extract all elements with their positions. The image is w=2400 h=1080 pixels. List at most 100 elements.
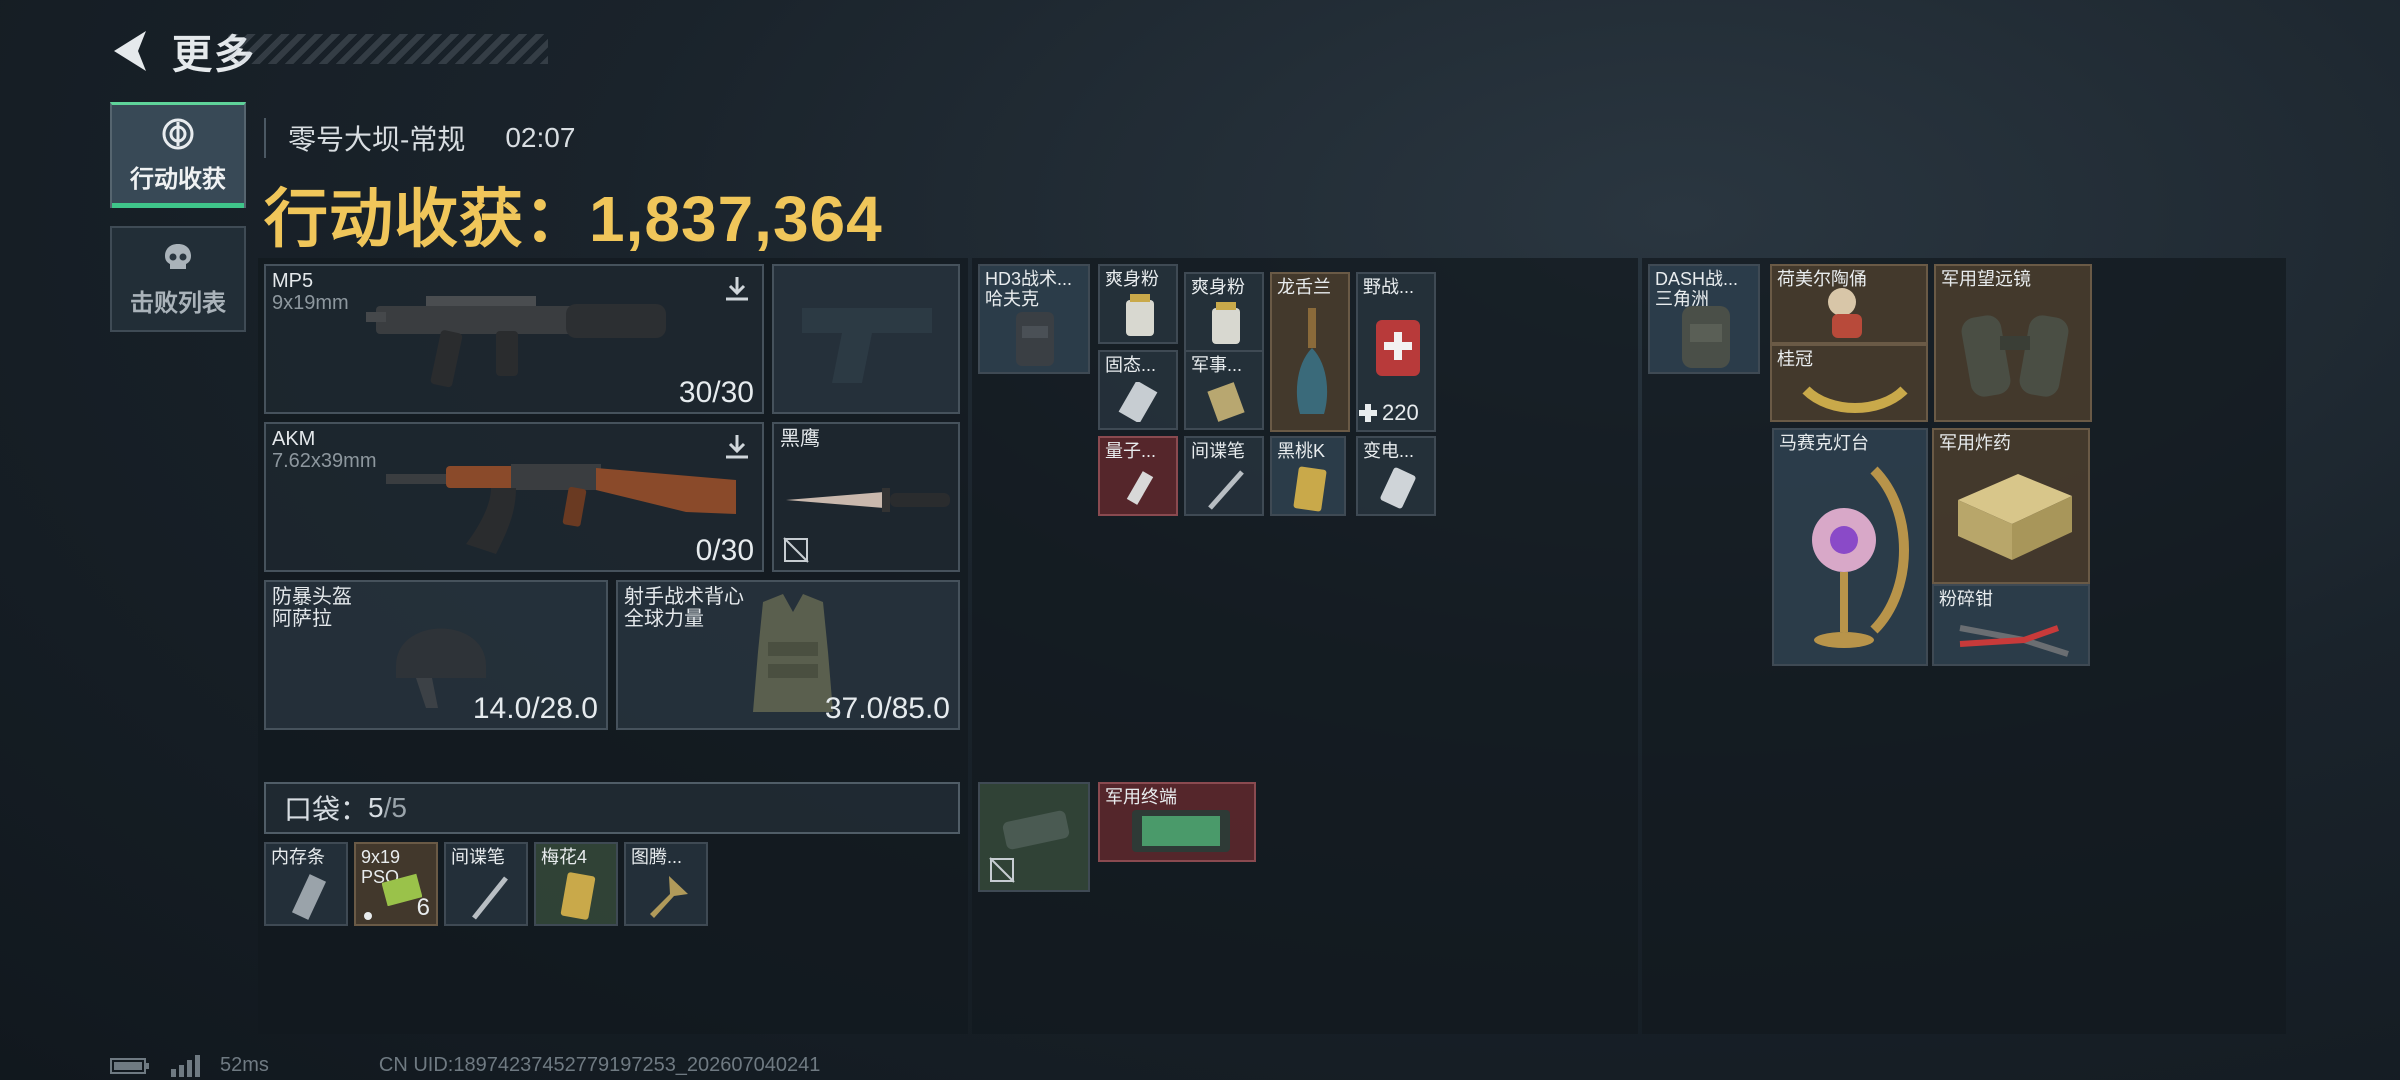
armor-name: 射手战术背心 — [624, 586, 744, 608]
helmet-durability: 14.0/28.0 — [472, 692, 598, 725]
playing-card-icon — [560, 872, 596, 920]
armor-durability: 37.0/85.0 — [824, 692, 950, 725]
map-info: 零号大坝-常规 02:07 — [264, 118, 575, 158]
pocket-item-name: 图腾... — [631, 847, 683, 867]
transformer-icon — [1380, 467, 1416, 509]
pen-icon — [1208, 470, 1244, 510]
rig-item-ssd[interactable]: 固态... — [1098, 350, 1178, 430]
status-footer: 52ms CN UID:18974237452779197253_2026070… — [110, 1054, 820, 1077]
backpack-item-figurine[interactable]: 荷美尔陶俑 — [1770, 264, 1928, 344]
secondary-weapon-count: 0/30 — [695, 534, 754, 567]
rig-item-name: 间谍笔 — [1191, 441, 1245, 461]
backpack-item-mosaic-lamp[interactable]: 马赛克灯台 — [1772, 428, 1928, 666]
backpack-item-name: 粉碎钳 — [1939, 589, 1993, 609]
pocket-header: 口袋： 5/5 — [264, 782, 960, 834]
pliers-icon — [1959, 625, 2069, 657]
rig-case-slot[interactable] — [978, 782, 1090, 892]
totem-icon — [650, 876, 688, 918]
backpack-item-name: 马赛克灯台 — [1779, 433, 1869, 453]
armor-brand: 全球力量 — [624, 608, 704, 630]
download-icon[interactable] — [722, 274, 752, 304]
backpack-item-laurel[interactable]: 桂冠 — [1770, 344, 1928, 422]
pocket-item-count: 6 — [416, 894, 430, 921]
ssd-icon — [1118, 382, 1158, 422]
explosive-crate-icon — [1958, 474, 2072, 560]
rig-vest-name: HD3战术... — [985, 269, 1073, 289]
pocket-item-club4[interactable]: 梅花4 — [534, 842, 618, 926]
armor-slot[interactable]: 射手战术背心 全球力量 37.0/85.0 — [616, 580, 960, 730]
battery-icon — [110, 1057, 149, 1074]
rig-item-name: 固态... — [1105, 355, 1157, 375]
pocket-item-name: 间谍笔 — [451, 847, 505, 867]
pocket-item-ammo[interactable]: 9x19 PSO 6 — [354, 842, 438, 926]
medkit-count: 220 — [1382, 400, 1419, 425]
rig-item-name: 爽身粉 — [1105, 269, 1159, 289]
backpack-item-name: 军用望远镜 — [1941, 269, 2031, 289]
pocket-used: 5 — [368, 792, 384, 823]
secondary-weapon-slot[interactable]: AKM 7.62x39mm 0/30 — [264, 422, 764, 572]
plus-icon — [1359, 404, 1377, 422]
tab-loot-label: 行动收获 — [130, 166, 226, 193]
backpack-item-crusher-pliers[interactable]: 粉碎钳 — [1932, 584, 2090, 666]
melee-slot[interactable]: 黑鹰 — [772, 422, 960, 572]
pocket-item-name: 梅花4 — [541, 847, 588, 867]
no-repair-icon — [989, 857, 1015, 883]
secondary-weapon-ammo: 7.62x39mm — [272, 450, 377, 472]
helmet-slot[interactable]: 防暴头盔 阿萨拉 14.0/28.0 — [264, 580, 608, 730]
powder-bottle-icon — [1212, 302, 1240, 344]
helmet-name: 防暴头盔 — [272, 586, 352, 608]
rig-item-spade-k[interactable]: 黑桃K — [1270, 436, 1346, 516]
tab-kill-list[interactable]: 击败列表 — [110, 226, 246, 332]
terminal-icon — [1132, 810, 1230, 852]
pocket-item-totem[interactable]: 图腾... — [624, 842, 708, 926]
rig-vest-slot[interactable]: HD3战术... 哈夫克 — [978, 264, 1090, 374]
playing-card-icon — [1293, 466, 1327, 512]
binoculars-icon — [1961, 315, 2069, 397]
rig-item-powder-2[interactable]: 爽身粉 — [1184, 272, 1264, 352]
backpack-slot[interactable]: DASH战... 三角洲 — [1648, 264, 1760, 374]
document-icon — [1207, 382, 1245, 422]
pocket-item-spy-pen[interactable]: 间谍笔 — [444, 842, 528, 926]
rig-item-transformer[interactable]: 变电... — [1356, 436, 1436, 516]
back-arrow-icon[interactable] — [108, 27, 152, 75]
tab-kill-list-label: 击败列表 — [130, 289, 226, 317]
rig-item-field-kit[interactable]: 野战... 220 — [1356, 272, 1436, 432]
backpack-item-explosive[interactable]: 军用炸药 — [1932, 428, 2090, 584]
primary-weapon-ammo: 9x19mm — [272, 292, 349, 314]
pocket-item-memory[interactable]: 内存条 — [264, 842, 348, 926]
backpack-item-binoculars[interactable]: 军用望远镜 — [1934, 264, 2092, 422]
helmet-brand: 阿萨拉 — [272, 608, 332, 630]
income-label: 行动收获： — [264, 183, 589, 255]
income-total: 行动收获：1,837,364 — [264, 168, 883, 260]
pen-icon — [472, 876, 508, 920]
rig-item-tequila[interactable]: 龙舌兰 — [1270, 272, 1350, 432]
secondary-weapon-name: AKM — [272, 428, 316, 450]
laurel-crown-icon — [1802, 386, 1908, 413]
pistol-placeholder-icon — [802, 308, 932, 383]
match-time: 02:07 — [505, 122, 576, 153]
backpack-item-name: 军用炸药 — [1939, 433, 2011, 453]
rig-item-name: 黑桃K — [1277, 441, 1326, 461]
skull-icon — [165, 243, 191, 269]
rig-item-quantum[interactable]: 量子... — [1098, 436, 1178, 516]
backpack-item-name: 桂冠 — [1777, 349, 1813, 369]
primary-weapon-slot[interactable]: MP5 9x19mm 30/30 — [264, 264, 764, 414]
download-icon[interactable] — [722, 432, 752, 462]
rig-item-terminal[interactable]: 军用终端 — [1098, 782, 1256, 862]
case-icon — [1002, 810, 1070, 850]
rig-item-name: 军事... — [1191, 355, 1243, 375]
lamp-icon — [1812, 466, 1909, 648]
pistol-slot[interactable] — [772, 264, 960, 414]
user-uid: CN UID:18974237452779197253_202607040241 — [378, 1054, 821, 1076]
rig-item-military[interactable]: 军事... — [1184, 350, 1264, 430]
rig-item-name: 量子... — [1105, 441, 1157, 461]
back-header[interactable]: 更多 — [108, 22, 548, 80]
tab-loot[interactable]: 行动收获 — [110, 102, 246, 208]
rig-item-name: 变电... — [1363, 441, 1415, 461]
rig-item-powder-1[interactable]: 爽身粉 — [1098, 264, 1178, 344]
ammo-dot-icon — [364, 912, 372, 920]
header-stripe — [228, 34, 548, 64]
memory-stick-icon — [291, 874, 327, 920]
rig-item-spy-pen[interactable]: 间谍笔 — [1184, 436, 1264, 516]
rig-item-name: 野战... — [1363, 277, 1415, 297]
